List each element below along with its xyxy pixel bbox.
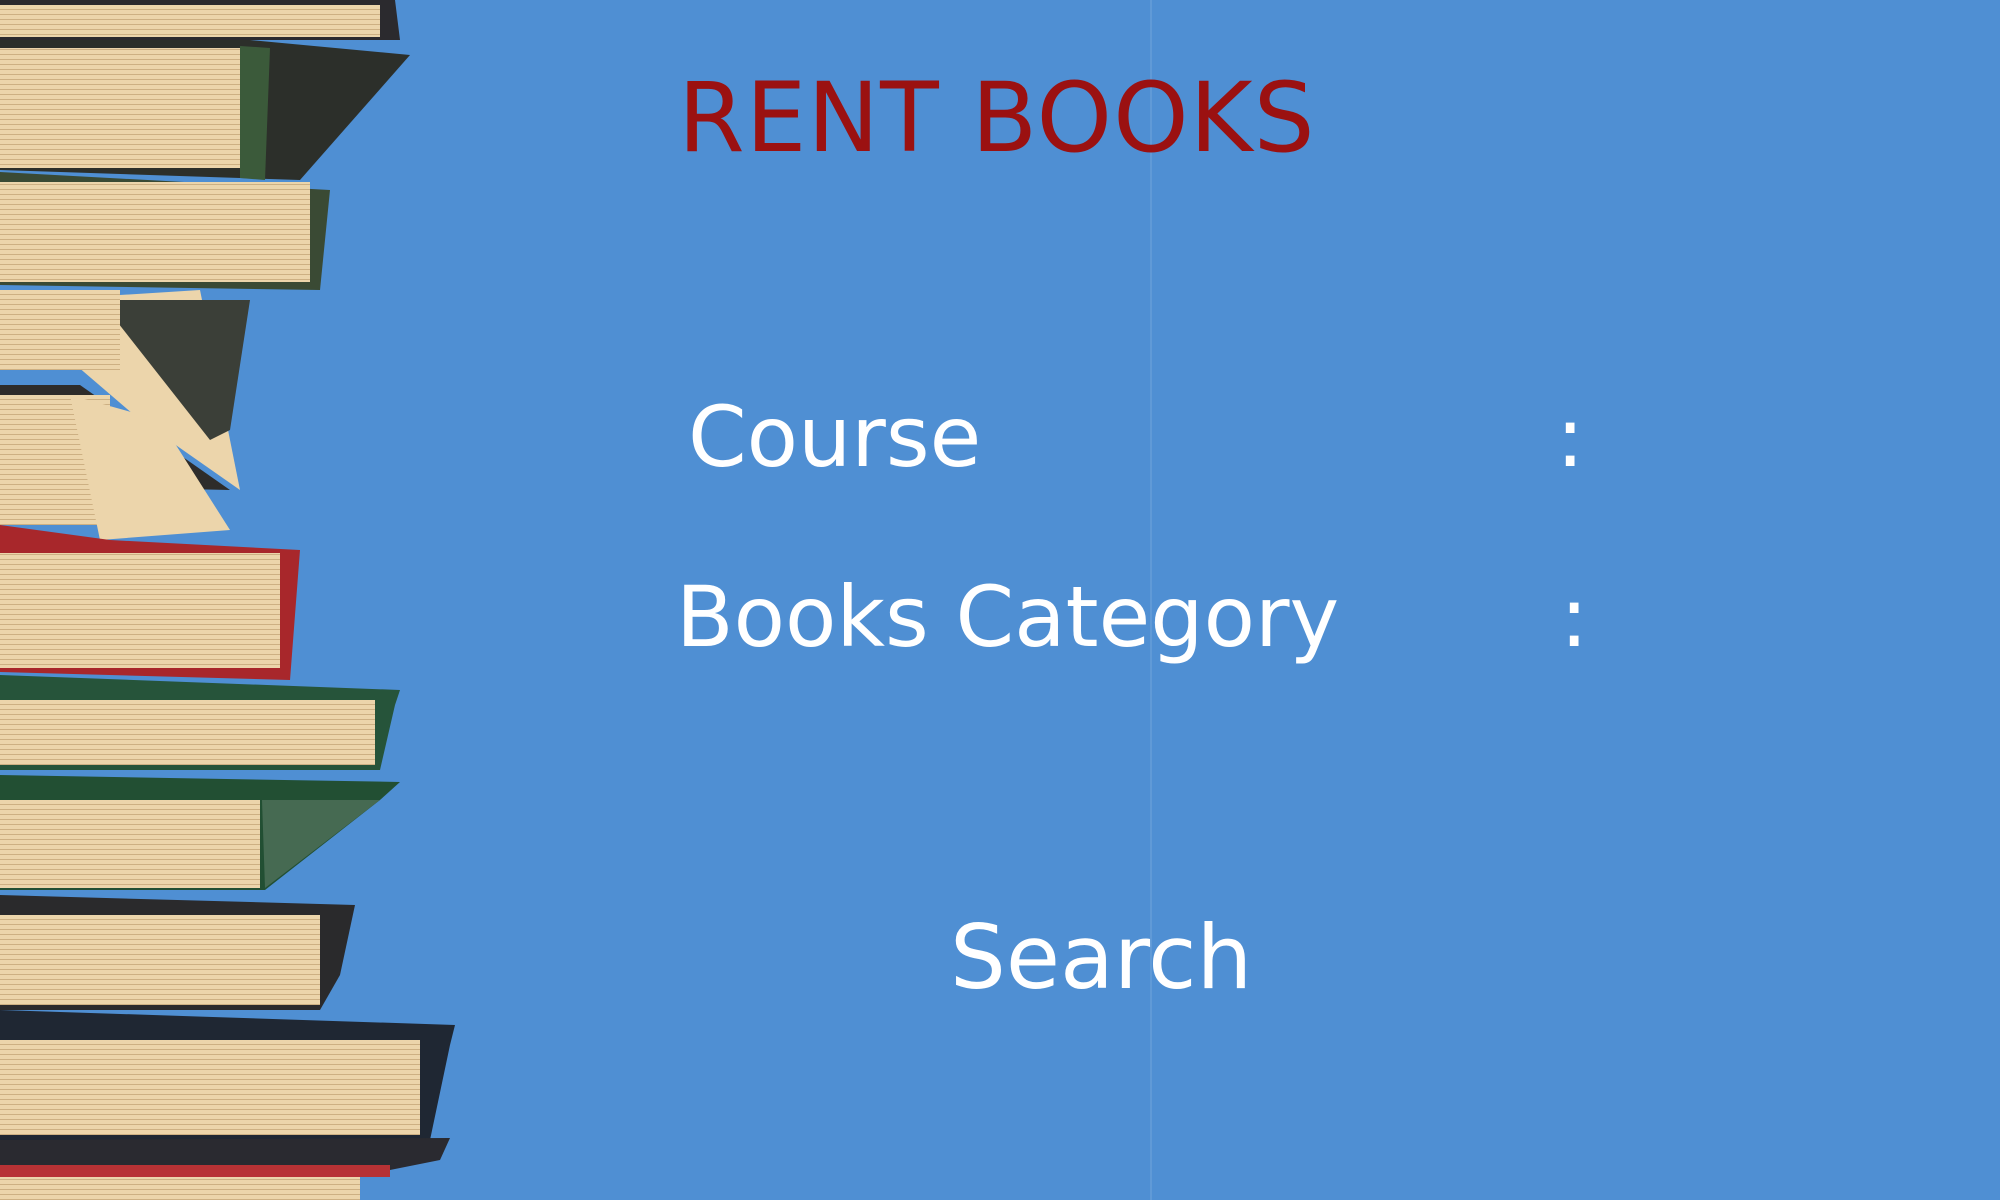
- rent-books-screen: RENT BOOKS Course : Books Category : Sea…: [0, 0, 2000, 1200]
- books-category-label: Books Category: [676, 568, 1340, 666]
- book-stack-icon: [0, 0, 470, 1200]
- course-separator: :: [1556, 388, 1585, 486]
- books-category-separator: :: [1560, 568, 1589, 666]
- course-label: Course: [688, 388, 982, 486]
- book-stack-illustration: [0, 0, 455, 1200]
- search-button[interactable]: Search: [950, 906, 1252, 1009]
- page-title: RENT BOOKS: [678, 62, 1316, 174]
